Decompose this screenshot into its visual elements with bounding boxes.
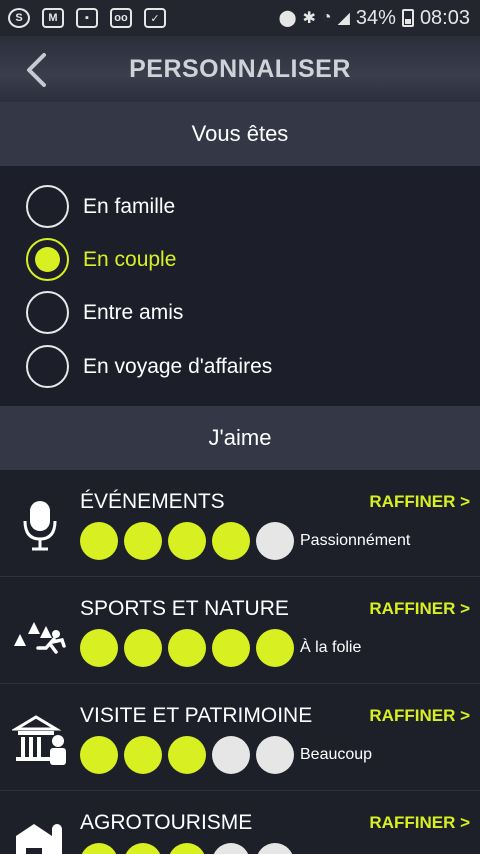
radio-label: Entre amis	[83, 300, 184, 324]
rating-dots[interactable]	[80, 736, 294, 774]
clock: 08:03	[419, 6, 470, 29]
interest-title: AGROTOURISME	[80, 811, 253, 834]
refine-link[interactable]: RAFFINER >	[369, 813, 470, 833]
rating-dot-filled[interactable]	[168, 736, 206, 774]
refine-link[interactable]: RAFFINER >	[369, 599, 470, 619]
radio-label: En couple	[83, 247, 177, 271]
monument-guide-icon	[12, 711, 68, 767]
status-bar: S M ▪ oo ✓ ⬤ ✱ ◔ ◢ 34% 08:03	[0, 0, 480, 36]
back-button[interactable]	[18, 50, 54, 90]
rating-dots[interactable]	[80, 522, 294, 560]
notification-icons: S M ▪ oo ✓	[8, 8, 166, 28]
rating-dot-filled[interactable]	[168, 629, 206, 667]
battery-icon	[401, 9, 414, 27]
interest-title: ÉVÉNEMENTS	[80, 490, 225, 513]
rating-dot-filled[interactable]	[124, 843, 162, 854]
interest-title: VISITE ET PATRIMOINE	[80, 704, 313, 727]
rating-dot-filled[interactable]	[124, 522, 162, 560]
signal-icon: ◢	[337, 10, 350, 27]
level-label: Passionnément	[300, 532, 411, 549]
radio-button-selected[interactable]	[26, 238, 69, 281]
rating-dot-empty[interactable]	[256, 522, 294, 560]
radio-option-famille[interactable]: En famille	[0, 180, 480, 233]
rating-dot-filled[interactable]	[168, 522, 206, 560]
radio-label: En voyage d'affaires	[83, 354, 273, 378]
refine-link[interactable]: RAFFINER >	[369, 492, 470, 512]
interest-row-evenements: ÉVÉNEMENTS RAFFINER > Passionnément	[0, 471, 480, 577]
rating-dots[interactable]	[80, 629, 294, 667]
chevron-left-icon	[27, 53, 46, 87]
rating-dot-empty[interactable]	[256, 736, 294, 774]
interest-row-agrotourisme: AGROTOURISME RAFFINER >	[0, 792, 480, 854]
location-icon: ⬤	[278, 10, 297, 27]
gallery-icon: ▪	[76, 8, 98, 28]
profile-radio-group: En famille En couple Entre amis En voyag…	[0, 166, 480, 406]
rating-dot-filled[interactable]	[80, 522, 118, 560]
rating-dot-filled[interactable]	[80, 629, 118, 667]
refine-link[interactable]: RAFFINER >	[369, 706, 470, 726]
rating-dot-empty[interactable]	[212, 843, 250, 854]
radio-label: En famille	[83, 194, 176, 218]
rating-dot-empty[interactable]	[256, 843, 294, 854]
radio-button[interactable]	[26, 345, 69, 388]
battery-percent: 34%	[355, 6, 396, 29]
system-icons: ⬤ ✱ ◔ ◢ 34% 08:03	[279, 7, 470, 30]
interest-row-sports-nature: SPORTS ET NATURE RAFFINER > À la folie	[0, 578, 480, 684]
bluetooth-icon: ✱	[302, 10, 316, 27]
rating-dot-filled[interactable]	[168, 843, 206, 854]
level-label: À la folie	[300, 639, 362, 656]
radio-button[interactable]	[26, 185, 69, 228]
section-header-profile: Vous êtes	[0, 102, 480, 166]
rating-dot-empty[interactable]	[212, 736, 250, 774]
interest-row-visite-patrimoine: VISITE ET PATRIMOINE RAFFINER > Beaucoup	[0, 685, 480, 791]
radio-option-couple[interactable]: En couple	[0, 233, 480, 286]
rating-dot-filled[interactable]	[212, 522, 250, 560]
rating-dot-filled[interactable]	[80, 736, 118, 774]
download-icon: ✓	[144, 8, 166, 28]
radio-option-affaires[interactable]: En voyage d'affaires	[0, 340, 480, 393]
interest-title: SPORTS ET NATURE	[80, 597, 289, 620]
gmail-icon: M	[42, 8, 64, 28]
rating-dot-filled[interactable]	[256, 629, 294, 667]
rating-dot-filled[interactable]	[124, 736, 162, 774]
rating-dot-filled[interactable]	[124, 629, 162, 667]
radio-option-amis[interactable]: Entre amis	[0, 286, 480, 339]
page-title: PERSONNALISER	[129, 54, 351, 83]
rating-dot-filled[interactable]	[212, 629, 250, 667]
microphone-icon	[12, 497, 68, 553]
wifi-icon: ◔	[321, 9, 332, 26]
section-header-likes: J'aime	[0, 406, 480, 470]
radio-button[interactable]	[26, 291, 69, 334]
rating-dot-filled[interactable]	[80, 843, 118, 854]
skype-icon: S	[8, 8, 30, 28]
barn-icon	[12, 814, 68, 854]
level-label: Beaucoup	[300, 746, 373, 763]
voicemail-icon: oo	[110, 8, 132, 28]
rating-dots[interactable]	[80, 843, 294, 854]
runner-trees-icon	[12, 604, 68, 660]
app-bar: PERSONNALISER	[0, 36, 480, 102]
